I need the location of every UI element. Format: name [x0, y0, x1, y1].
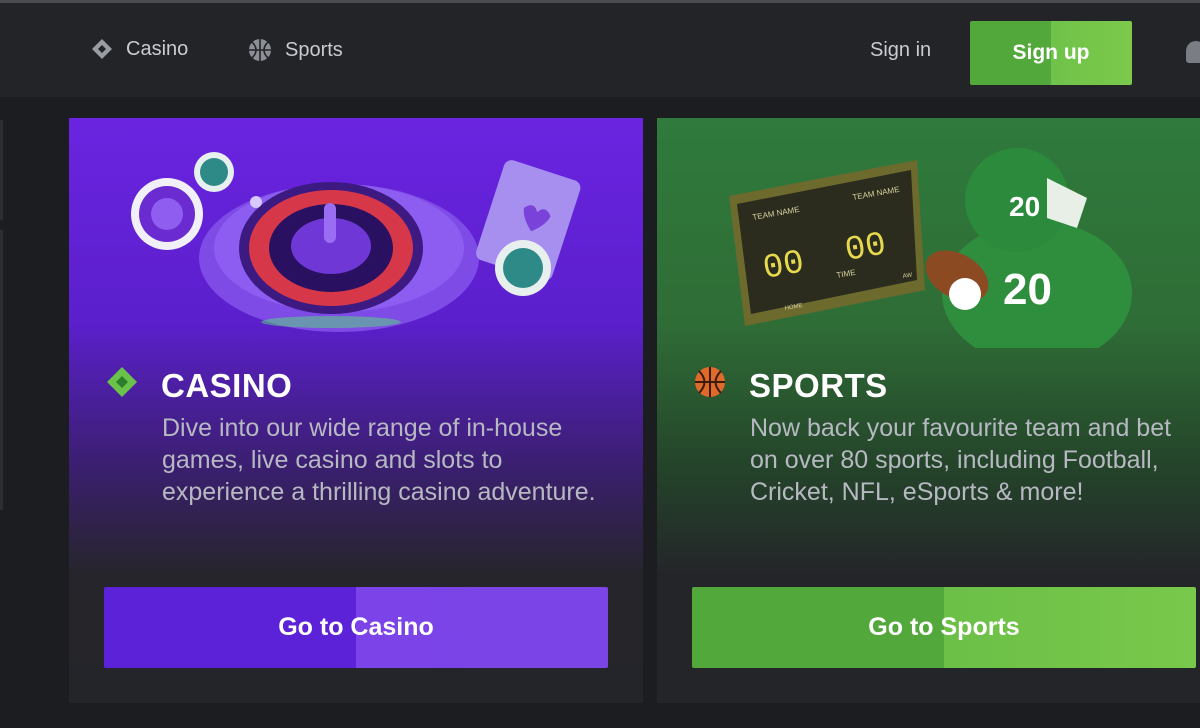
- casino-diamond-icon: [90, 37, 114, 61]
- casino-diamond-icon: [105, 365, 139, 407]
- nav-casino-label: Casino: [126, 37, 189, 60]
- left-edge-divider: [0, 120, 3, 220]
- scoreboard-score-a: 00: [760, 244, 807, 289]
- scoreboard-image: TEAM NAME TEAM NAME 00 00 TIME HOME AW: [729, 160, 925, 326]
- casino-card-title: CASINO: [161, 367, 293, 404]
- nav-casino-link[interactable]: Casino: [90, 37, 188, 61]
- sports-hero-illustration: TEAM NAME TEAM NAME 00 00 TIME HOME AW 2…: [729, 148, 1132, 348]
- football-player-image: 20 20: [925, 148, 1132, 348]
- casino-hero-illustration: [131, 152, 581, 332]
- basketball-icon: [247, 37, 273, 63]
- chat-icon[interactable]: [1186, 41, 1200, 63]
- basketball-icon: [693, 365, 727, 407]
- poker-chip-image: [194, 152, 234, 192]
- sports-card-heading: SPORTS: [693, 365, 888, 407]
- helmet-number: 20: [1009, 191, 1040, 222]
- go-to-sports-button[interactable]: Go to Sports: [692, 587, 1196, 668]
- poker-chip-image: [495, 240, 551, 296]
- top-navigation-bar: Casino Sports Sign in Sign up: [0, 3, 1200, 97]
- sign-in-link[interactable]: Sign in: [870, 39, 931, 62]
- casino-card-heading: CASINO: [105, 365, 292, 407]
- sports-card: TEAM NAME TEAM NAME 00 00 TIME HOME AW 2…: [657, 118, 1200, 703]
- nav-sports-link[interactable]: Sports: [247, 37, 343, 63]
- ball-image: [250, 196, 262, 208]
- jersey-number: 20: [1003, 265, 1052, 314]
- sports-card-description: Now back your favourite team and bet on …: [750, 414, 1172, 506]
- roulette-wheel-image: [199, 182, 479, 332]
- casino-card-description: Dive into our wide range of in-house gam…: [162, 414, 596, 506]
- scoreboard-score-b: 00: [842, 226, 889, 271]
- nav-sports-label: Sports: [285, 38, 343, 61]
- go-to-casino-button[interactable]: Go to Casino: [104, 587, 608, 668]
- poker-chip-image: [131, 178, 203, 250]
- left-edge-divider: [0, 230, 3, 510]
- casino-card: CASINO Dive into our wide range of in-ho…: [69, 118, 643, 703]
- sign-up-button[interactable]: Sign up: [970, 21, 1132, 85]
- sports-card-title: SPORTS: [749, 367, 888, 404]
